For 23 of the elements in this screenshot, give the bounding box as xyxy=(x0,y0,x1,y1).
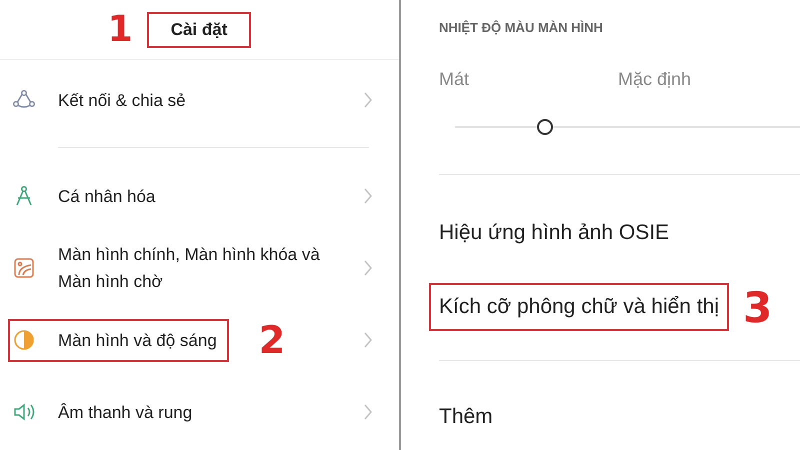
setting-item[interactable]: Màn hình và độ sáng xyxy=(8,318,229,362)
chevron-right-icon xyxy=(363,403,373,421)
setting-item[interactable]: Âm thanh và rung xyxy=(8,390,204,434)
setting-item[interactable]: Kết nối & chia sẻ xyxy=(8,78,198,122)
setting-item[interactable]: Hiệu ứng hình ảnh OSIE xyxy=(429,209,680,257)
brightness-icon xyxy=(12,328,36,352)
setting-item[interactable]: Thêm xyxy=(429,393,503,441)
setting-item[interactable]: Kích cỡ phông chữ và hiển thị xyxy=(429,283,729,331)
slider-min-label: Mát xyxy=(439,68,470,91)
chevron-right-icon xyxy=(363,331,373,349)
chevron-right-icon xyxy=(363,187,373,205)
step-number: 3 xyxy=(743,282,772,332)
setting-item[interactable]: Màn hình chính, Màn hình khóa và Màn hình chờ xyxy=(8,233,360,303)
slider-thumb[interactable] xyxy=(536,119,553,135)
step-number: 2 xyxy=(258,318,286,362)
slider-mid-label: Mặc định xyxy=(618,68,692,91)
screen-title: Cài đặt xyxy=(146,12,252,48)
setting-item[interactable]: Cá nhân hóa xyxy=(8,174,168,218)
wallpaper-icon xyxy=(12,256,36,280)
step-number: 1 xyxy=(108,9,133,50)
section-heading: NHIỆT ĐỘ MÀU MÀN HÌNH xyxy=(439,18,604,36)
chevron-right-icon xyxy=(363,259,373,277)
chevron-right-icon xyxy=(363,91,373,109)
